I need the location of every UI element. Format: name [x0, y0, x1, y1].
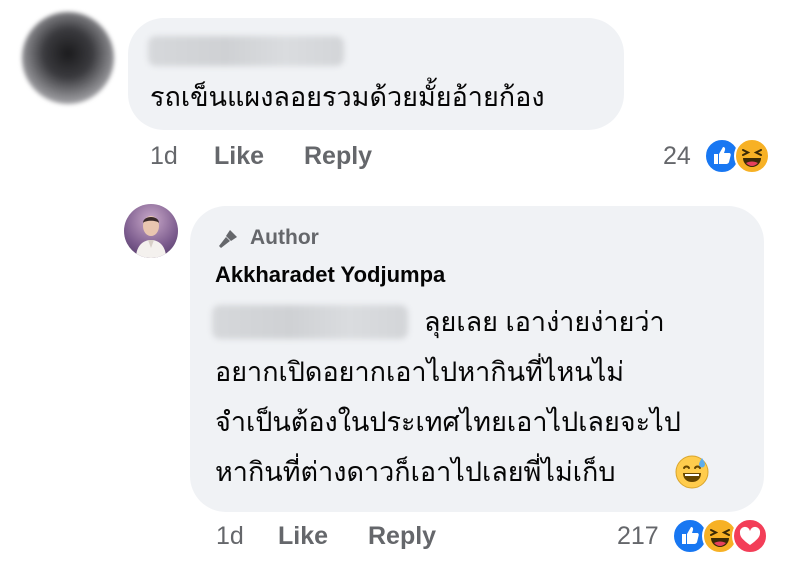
- comment-timestamp[interactable]: 1d: [150, 142, 178, 171]
- microphone-icon: [219, 230, 237, 248]
- comment-bubble: รถเข็นแผงลอยรวมด้วยมั้ยอ้ายก้อง: [128, 18, 624, 130]
- author-avatar-image: [136, 216, 166, 258]
- comment-actions: 1d Like Reply: [150, 142, 410, 172]
- reply-reaction-count: 217: [617, 522, 659, 550]
- mentioned-name-blurred[interactable]: [212, 305, 408, 339]
- commenter-avatar[interactable]: [22, 12, 114, 104]
- like-button[interactable]: Like: [214, 142, 264, 171]
- reply-line-1: ลุยเลย เอาง่ายง่ายว่า: [424, 307, 665, 337]
- grinning-sweat-emoji: [674, 454, 710, 490]
- reaction-count: 24: [663, 142, 691, 170]
- reply-timestamp[interactable]: 1d: [216, 522, 244, 551]
- reply-button[interactable]: Reply: [304, 142, 372, 171]
- reply-line-3: จำเป็นต้องในประเทศไทยเอาไปเลยจะไป: [215, 407, 681, 437]
- haha-icon: [734, 138, 770, 174]
- reply-like-button[interactable]: Like: [278, 522, 328, 551]
- commenter-name-blurred[interactable]: [148, 36, 344, 66]
- reply-reactions[interactable]: 217: [614, 518, 784, 554]
- reply-actions: 1d Like Reply: [216, 522, 476, 552]
- author-name[interactable]: Akkharadet Yodjumpa: [215, 262, 445, 288]
- reply-line-4: หากินที่ต่างดาวก็เอาไปเลยพี่ไม่เก็บ: [215, 457, 616, 487]
- reply-bubble: Author Akkharadet Yodjumpa ลุยเลย เอาง่า…: [190, 206, 764, 512]
- reply-reply-button[interactable]: Reply: [368, 522, 436, 551]
- author-badge: Author: [216, 226, 336, 252]
- love-icon: [732, 518, 768, 554]
- author-avatar[interactable]: [124, 204, 178, 258]
- comment-text: รถเข็นแผงลอยรวมด้วยมั้ยอ้ายก้อง: [150, 82, 545, 112]
- author-badge-label: Author: [250, 226, 319, 249]
- reply-line-2: อยากเปิดอยากเอาไปหากินที่ไหนไม่: [215, 357, 625, 387]
- comment-reactions[interactable]: 24: [660, 138, 780, 174]
